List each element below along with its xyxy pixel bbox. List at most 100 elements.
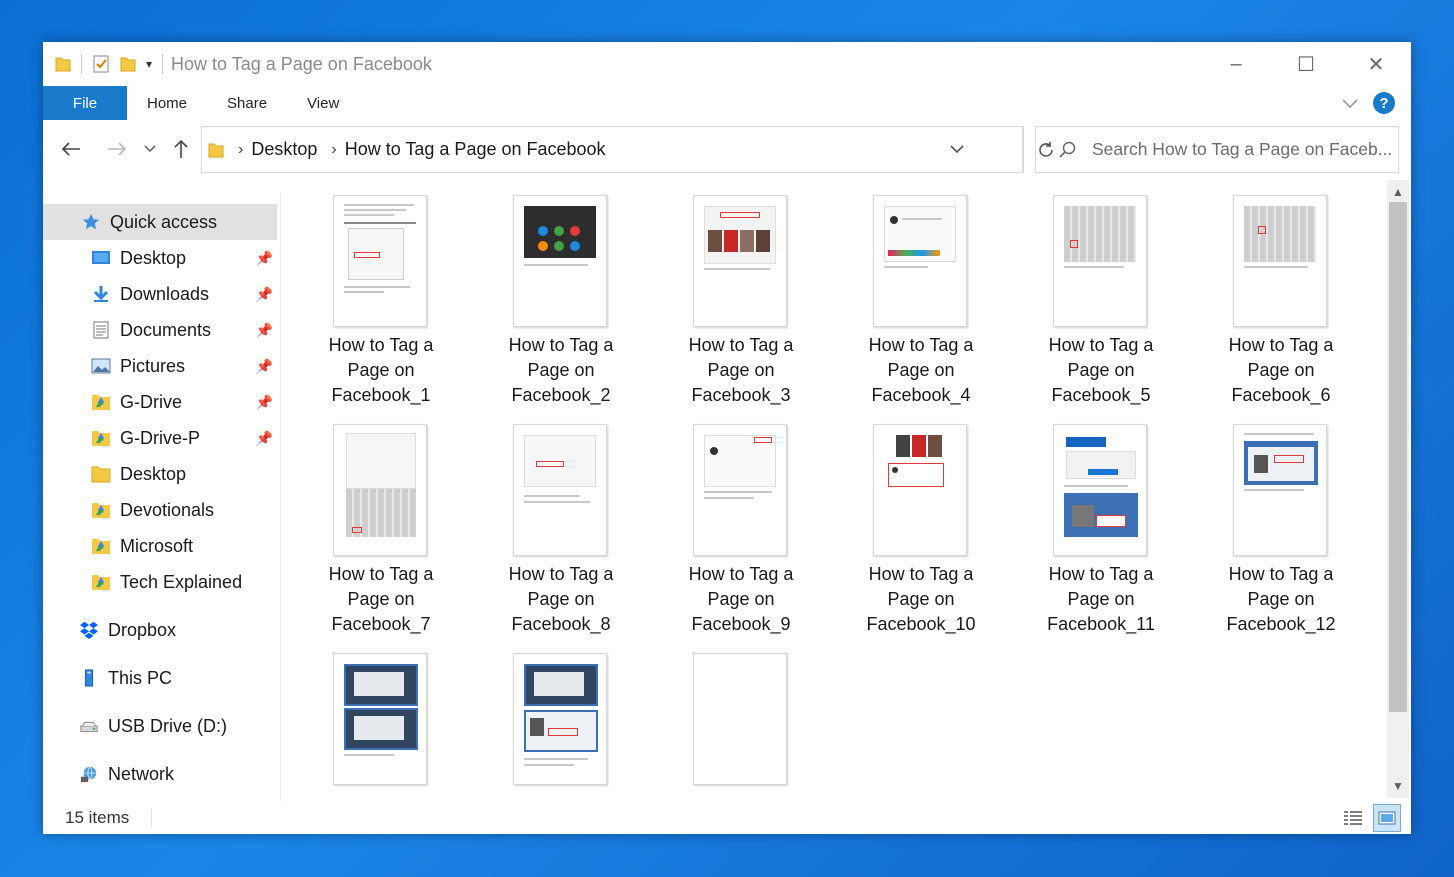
file-item[interactable]: How to Tag a Page on Facebook_7 [281,409,433,635]
sidebar-item-microsoft[interactable]: Microsoft [43,528,277,564]
scroll-down-icon[interactable]: ▼ [1387,776,1409,796]
expand-ribbon-icon[interactable] [1341,97,1359,109]
sidebar-item-label: Microsoft [120,535,194,556]
tab-home[interactable]: Home [127,86,207,120]
pin-icon[interactable]: 📌 [256,250,273,267]
sidebar-item-label: Quick access [110,211,218,232]
sidebar-item-documents[interactable]: Documents 📌 [43,312,277,348]
sidebar-item-quick-access[interactable]: Quick access [43,204,277,240]
gdrive-folder-icon [92,431,110,446]
document-thumbnail [693,653,787,785]
file-item[interactable]: How to Tag a Page on Facebook_3 [641,180,793,406]
pin-icon[interactable]: 📌 [256,286,273,303]
sidebar-item-tech-explained[interactable]: Tech Explained [43,564,277,600]
search-box[interactable] [1035,126,1399,173]
sidebar-item-label: Downloads [120,283,210,304]
new-folder-icon[interactable] [120,55,136,73]
customize-toolbar-icon[interactable]: ▾ [146,57,152,71]
sidebar-item-desktop-folder[interactable]: Desktop [43,456,277,492]
back-button[interactable] [57,134,85,164]
tab-view[interactable]: View [287,86,359,120]
sidebar-item-dropbox[interactable]: Dropbox [43,612,277,648]
pin-icon[interactable]: 📌 [256,430,273,447]
file-item[interactable]: How to Tag a Page on Facebook_6 [1181,180,1333,406]
quick-access-toolbar: ▾ [43,54,164,74]
desktop-icon [92,251,110,264]
file-item[interactable] [281,638,431,800]
breadcrumb-chevron-icon[interactable]: › [331,141,336,159]
sidebar-item-desktop[interactable]: Desktop 📌 [43,240,277,276]
usb-drive-icon [80,721,98,732]
sidebar-item-label: Documents [120,319,212,340]
file-name: How to Tag a Page on Facebook_12 [1226,564,1336,634]
properties-icon[interactable] [92,54,110,74]
up-arrow-icon [174,139,188,158]
folder-icon [208,143,224,157]
file-item[interactable]: How to Tag a Page on Facebook_9 [641,409,793,635]
file-item[interactable]: How to Tag a Page on Facebook_4 [821,180,973,406]
pin-icon[interactable]: 📌 [256,322,273,339]
scroll-up-icon[interactable]: ▲ [1387,182,1409,202]
sidebar-item-label: This PC [108,667,173,688]
minimize-button[interactable]: – [1201,42,1271,86]
item-count: 15 items [65,808,130,827]
star-icon [82,213,100,230]
title-bar: ▾ How to Tag a Page on Facebook – ☐ ✕ [43,42,1411,86]
details-view-button[interactable] [1339,804,1367,832]
scrollbar-thumb[interactable] [1389,202,1407,712]
file-item[interactable]: How to Tag a Page on Facebook_8 [461,409,613,635]
sidebar-item-this-pc[interactable]: This PC [43,660,277,696]
file-item[interactable]: How to Tag a Page on Facebook_12 [1181,409,1336,635]
document-thumbnail [1233,195,1327,327]
up-button[interactable] [167,134,195,164]
file-item[interactable]: How to Tag a Page on Facebook_10 [821,409,976,635]
sidebar-item-label: Dropbox [108,619,177,640]
tab-file[interactable]: File [43,86,127,120]
recent-locations-button[interactable] [139,134,161,164]
large-icons-view-icon [1378,811,1396,825]
address-history-button[interactable] [936,127,978,172]
tab-share[interactable]: Share [207,86,287,120]
vertical-scrollbar[interactable]: ▲ ▼ [1387,180,1409,798]
file-name: How to Tag a Page on Facebook_6 [1228,335,1334,405]
file-name: How to Tag a Page on Facebook_11 [1047,564,1155,634]
this-pc-icon [84,669,94,687]
file-item[interactable] [461,638,611,800]
pin-icon[interactable]: 📌 [256,358,273,375]
file-item[interactable]: How to Tag a Page on Facebook_11 [1001,409,1155,635]
window-controls: – ☐ ✕ [1201,42,1411,86]
address-bar[interactable]: › Desktop › How to Tag a Page on Faceboo… [201,126,1023,173]
large-icons-view-button[interactable] [1373,804,1401,832]
file-explorer-window: ▾ How to Tag a Page on Facebook – ☐ ✕ Fi… [43,42,1411,834]
back-arrow-icon [61,142,80,156]
sidebar-item-label: Desktop [120,463,187,484]
file-item[interactable]: How to Tag a Page on Facebook_1 [281,180,433,406]
sidebar-item-downloads[interactable]: Downloads 📌 [43,276,277,312]
sidebar-item-devotionals[interactable]: Devotionals [43,492,277,528]
breadcrumb-desktop[interactable]: Desktop [251,139,317,160]
document-thumbnail [873,424,967,556]
help-button[interactable]: ? [1373,92,1395,114]
file-item[interactable] [641,638,791,800]
sidebar-item-network[interactable]: Network [43,756,277,792]
sidebar-item-g-drive-p[interactable]: G-Drive-P 📌 [43,420,277,456]
file-name: How to Tag a Page on Facebook_10 [866,564,976,634]
document-thumbnail [513,195,607,327]
maximize-button[interactable]: ☐ [1271,42,1341,86]
sidebar-item-g-drive[interactable]: G-Drive 📌 [43,384,277,420]
file-item[interactable]: How to Tag a Page on Facebook_5 [1001,180,1153,406]
close-button[interactable]: ✕ [1341,42,1411,86]
document-thumbnail [1233,424,1327,556]
pin-icon[interactable]: 📌 [256,394,273,411]
breadcrumb-current-folder[interactable]: How to Tag a Page on Facebook [345,139,606,160]
forward-button[interactable] [103,134,131,164]
search-input[interactable] [1092,139,1392,160]
forward-arrow-icon [108,142,127,156]
file-name: How to Tag a Page on Facebook_3 [688,335,794,405]
sidebar-item-usb-drive[interactable]: USB Drive (D:) [43,708,277,744]
details-view-icon [1344,811,1362,825]
breadcrumb-chevron-icon[interactable]: › [238,141,243,159]
ribbon-tabs: File Home Share View ? [43,86,1411,120]
sidebar-item-pictures[interactable]: Pictures 📌 [43,348,277,384]
file-item[interactable]: How to Tag a Page on Facebook_2 [461,180,613,406]
